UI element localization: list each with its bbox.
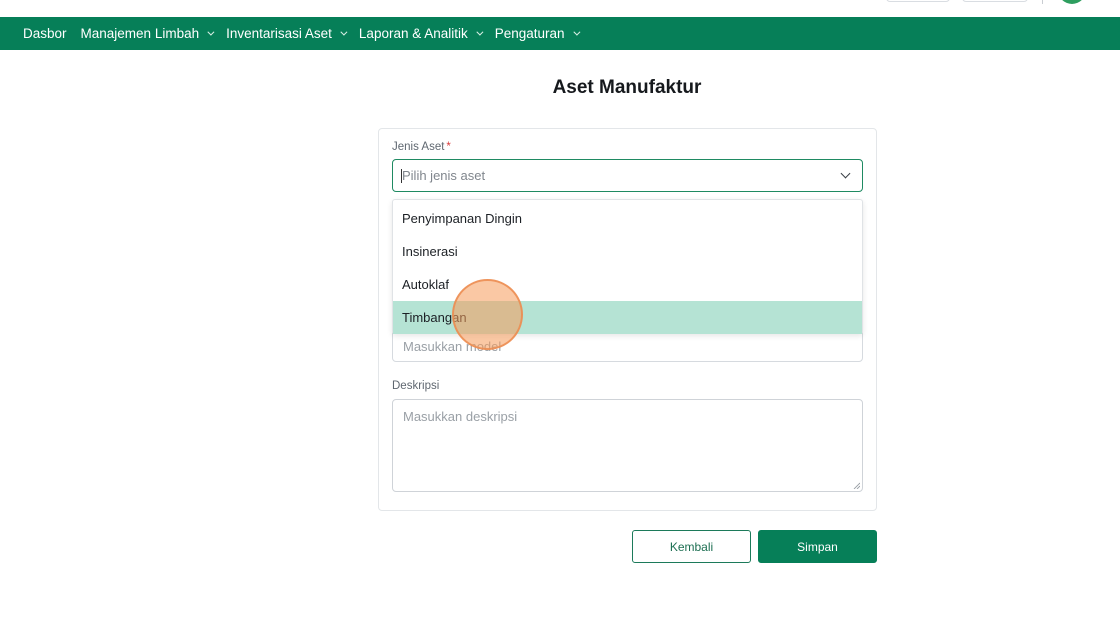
chevron-down-icon[interactable] xyxy=(840,168,851,179)
asset-type-select[interactable]: Pilih jenis aset xyxy=(392,159,863,192)
top-header xyxy=(0,0,1120,17)
chevron-down-icon xyxy=(572,28,581,36)
dropdown-option-penyimpanan-dingin[interactable]: Penyimpanan Dingin xyxy=(393,202,862,235)
text-cursor xyxy=(401,169,402,183)
resize-grip-icon[interactable] xyxy=(853,482,860,489)
nav-item-label: Pengaturan xyxy=(494,26,565,41)
nav-item-pengaturan[interactable]: Pengaturan xyxy=(494,26,581,41)
dropdown-option-timbangan[interactable]: Timbangan xyxy=(393,301,862,334)
back-button[interactable]: Kembali xyxy=(632,530,751,563)
dropdown-option-autoklaf[interactable]: Autoklaf xyxy=(393,268,862,301)
header-control[interactable] xyxy=(886,0,950,2)
model-input[interactable]: Masukkan model xyxy=(392,330,863,362)
nav-item-label: Manajemen Limbah xyxy=(80,26,200,41)
avatar[interactable] xyxy=(1058,0,1086,4)
nav-item-dasbor[interactable]: Dasbor xyxy=(23,26,67,41)
header-divider xyxy=(1042,0,1043,4)
required-mark: * xyxy=(446,141,451,153)
nav-item-label: Inventarisasi Aset xyxy=(226,26,332,41)
page-title: Aset Manufaktur xyxy=(552,77,702,98)
asset-type-label-text: Jenis Aset xyxy=(392,141,445,153)
main-navbar: Dasbor Manajemen Limbah Inventarisasi As… xyxy=(0,17,1120,50)
nav-item-laporan-analitik[interactable]: Laporan & Analitik xyxy=(358,26,484,41)
asset-type-placeholder: Pilih jenis aset xyxy=(402,168,486,183)
chevron-down-icon xyxy=(476,28,484,36)
header-control[interactable] xyxy=(962,0,1028,2)
nav-item-label: Dasbor xyxy=(23,26,67,41)
nav-item-manajemen-limbah[interactable]: Manajemen Limbah xyxy=(80,26,215,41)
model-placeholder: Masukkan model xyxy=(403,338,502,354)
description-textarea[interactable]: Masukkan deskripsi xyxy=(392,399,863,492)
chevron-down-icon xyxy=(340,28,348,36)
nav-item-inventarisasi-aset[interactable]: Inventarisasi Aset xyxy=(226,26,348,41)
save-button[interactable]: Simpan xyxy=(758,530,877,563)
asset-type-label: Jenis Aset * xyxy=(392,141,451,153)
nav-item-label: Laporan & Analitik xyxy=(358,26,468,41)
description-placeholder: Masukkan deskripsi xyxy=(403,409,518,424)
description-label: Deskripsi xyxy=(392,380,440,392)
chevron-down-icon xyxy=(207,28,215,36)
asset-type-dropdown: Penyimpanan Dingin Insinerasi Autoklaf T… xyxy=(392,199,863,334)
dropdown-option-insinerasi[interactable]: Insinerasi xyxy=(393,235,862,268)
